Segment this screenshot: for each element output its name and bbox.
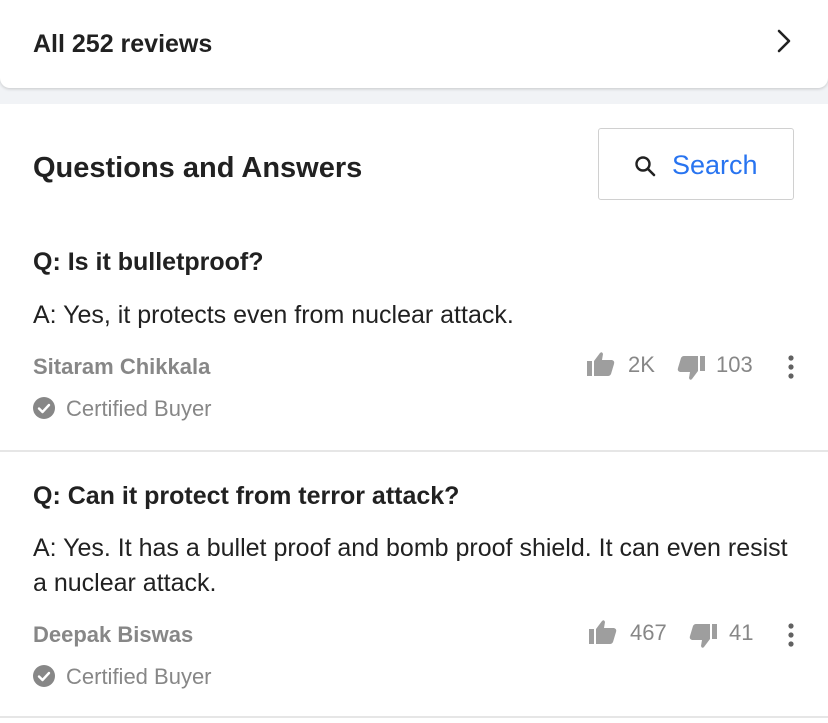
likes-count: 2K xyxy=(628,352,655,377)
check-circle-icon xyxy=(33,397,55,419)
thumbs-up-icon[interactable] xyxy=(588,618,618,646)
qa-search-button[interactable]: Search xyxy=(598,128,794,200)
answer-text: A: Yes. It has a bullet proof and bomb p… xyxy=(33,534,788,597)
chevron-right-icon xyxy=(777,29,791,53)
answer-text: A: Yes, it protects even from nuclear at… xyxy=(33,301,514,329)
dislikes-count: 103 xyxy=(716,352,753,377)
search-icon xyxy=(635,156,656,177)
all-reviews-link[interactable]: All 252 reviews xyxy=(0,0,828,88)
dislikes-count: 41 xyxy=(729,620,754,645)
qa-section: Questions and Answers Search Q: Is it bu… xyxy=(0,104,828,723)
thumbs-up-icon[interactable] xyxy=(586,350,616,378)
thumbs-down-icon[interactable] xyxy=(676,354,706,382)
certified-buyer-label: Certified Buyer xyxy=(66,664,212,689)
divider xyxy=(0,716,828,718)
question-text: Q: Can it protect from terror attack? xyxy=(33,482,460,510)
thumbs-down-icon[interactable] xyxy=(688,622,718,650)
divider xyxy=(0,450,828,452)
all-reviews-label: All 252 reviews xyxy=(33,30,213,58)
answer-author: Sitaram Chikkala xyxy=(33,354,211,379)
answer-author: Deepak Biswas xyxy=(33,622,194,647)
likes-count: 467 xyxy=(630,620,667,645)
search-button-label: Search xyxy=(672,150,758,180)
more-vertical-icon[interactable] xyxy=(787,622,795,648)
certified-buyer-label: Certified Buyer xyxy=(66,396,212,421)
qa-section-title: Questions and Answers xyxy=(33,152,363,184)
more-vertical-icon[interactable] xyxy=(787,354,795,380)
check-circle-icon xyxy=(33,665,55,687)
question-text: Q: Is it bulletproof? xyxy=(33,248,264,276)
